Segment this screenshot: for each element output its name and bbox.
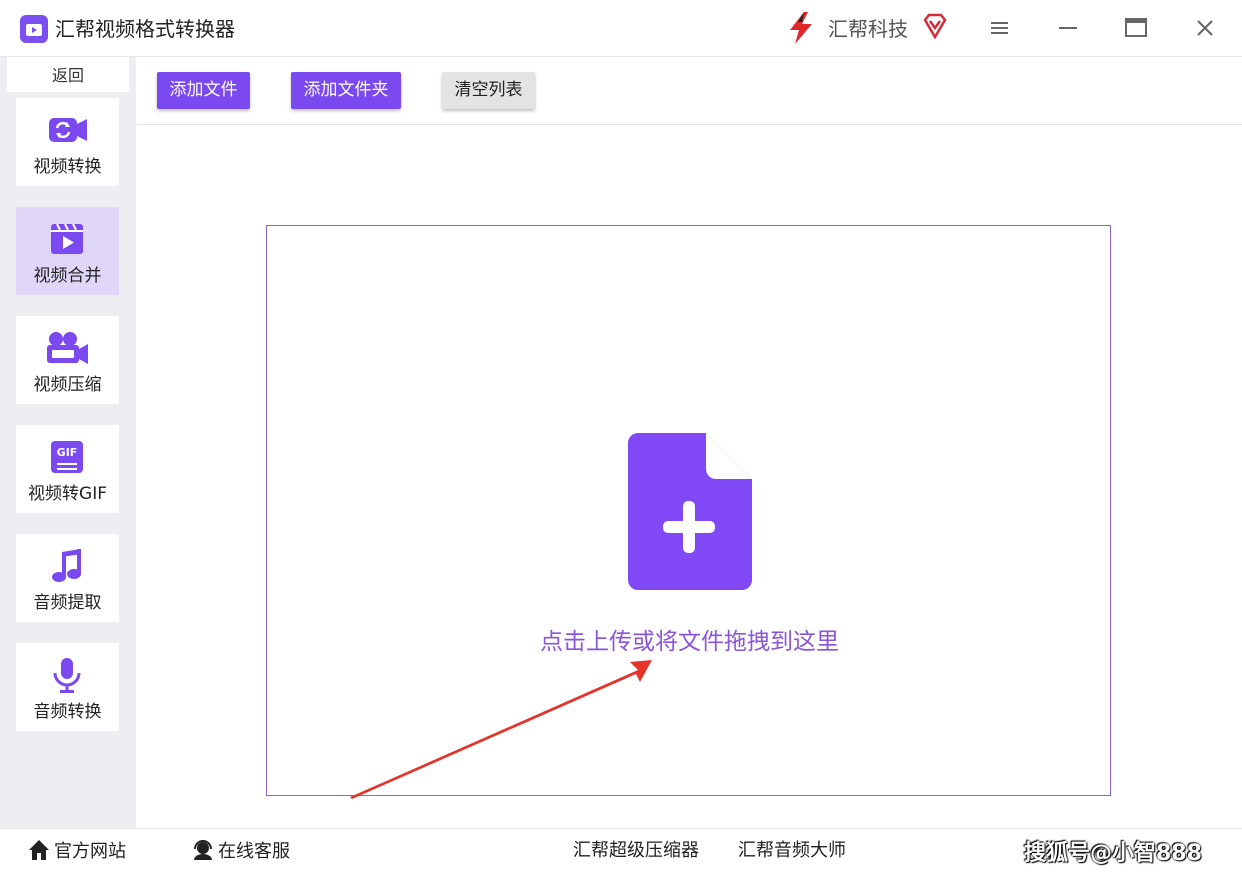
sidebar-item-video-convert[interactable]: 视频转换	[16, 98, 119, 186]
sidebar-item-audio-convert[interactable]: 音频转换	[16, 643, 119, 731]
back-button[interactable]: 返回	[7, 57, 129, 92]
watermark: 搜狐号@小智888	[1024, 841, 1202, 866]
sidebar-item-label: 音频转换	[33, 702, 102, 722]
sidebar-item-label: 视频转换	[33, 157, 102, 177]
minimize-icon[interactable]	[1056, 16, 1080, 40]
sidebar-item-video-compress[interactable]: 视频压缩	[16, 316, 119, 404]
home-icon	[29, 840, 49, 860]
app-logo-icon	[20, 15, 48, 43]
brand-name: 汇帮科技	[828, 17, 908, 41]
gif-icon: GIF	[51, 441, 83, 473]
sidebar-item-audio-extract[interactable]: 音频提取	[16, 534, 119, 622]
maximize-icon[interactable]	[1124, 16, 1148, 40]
music-note-icon	[52, 549, 81, 582]
toolbar: 添加文件 添加文件夹 清空列表	[137, 57, 1242, 125]
video-camera-icon	[47, 332, 88, 364]
online-service-link[interactable]: 在线客服	[192, 839, 290, 864]
online-service-label: 在线客服	[218, 841, 290, 862]
footer-bar: 官方网站 在线客服 汇帮超级压缩器 汇帮音频大师 搜狐号@小智888	[0, 828, 1242, 874]
brand-logo-icon	[790, 12, 812, 44]
microphone-icon	[53, 658, 81, 693]
svg-text:GIF: GIF	[57, 446, 78, 459]
sidebar-item-label: 视频压缩	[33, 375, 102, 395]
video-merge-icon	[51, 223, 83, 254]
file-add-icon[interactable]	[628, 433, 752, 590]
sidebar: 返回 视频转换 视频合并 视频压缩 GIF 视频转GIF 音频提取 音频转换	[0, 57, 136, 828]
sidebar-item-label: 视频转GIF	[28, 484, 107, 504]
official-site-label: 官方网站	[54, 841, 126, 862]
sidebar-item-video-gif[interactable]: GIF 视频转GIF	[16, 425, 119, 513]
annotation-arrow	[350, 660, 652, 799]
sidebar-item-video-merge[interactable]: 视频合并	[16, 207, 119, 295]
title-bar: 汇帮视频格式转换器 汇帮科技	[0, 0, 1242, 57]
menu-icon[interactable]	[988, 16, 1012, 40]
add-file-button[interactable]: 添加文件	[157, 72, 250, 109]
add-folder-button[interactable]: 添加文件夹	[291, 72, 401, 109]
official-site-link[interactable]: 官方网站	[28, 839, 126, 864]
compressor-link[interactable]: 汇帮超级压缩器	[573, 839, 699, 863]
customer-service-icon	[194, 840, 212, 860]
close-icon[interactable]	[1193, 16, 1217, 40]
app-title: 汇帮视频格式转换器	[55, 17, 235, 41]
vip-diamond-icon[interactable]	[922, 13, 948, 39]
clear-list-button[interactable]: 清空列表	[442, 72, 535, 109]
sidebar-item-label: 视频合并	[33, 266, 102, 286]
video-convert-icon	[49, 118, 87, 142]
audio-master-link[interactable]: 汇帮音频大师	[738, 839, 846, 863]
sidebar-item-label: 音频提取	[33, 593, 102, 613]
